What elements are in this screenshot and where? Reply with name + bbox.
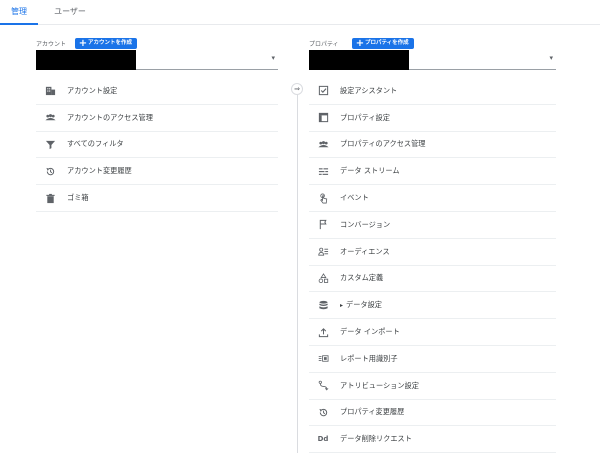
menu-item-all-filters[interactable]: すべてのフィルタ — [36, 132, 278, 159]
dropdown-arrow-icon[interactable]: ▾ — [549, 54, 553, 62]
history-icon — [43, 166, 57, 177]
tab-admin[interactable]: 管理 — [0, 0, 38, 25]
history-icon — [316, 407, 330, 418]
menu-item-data-import[interactable]: データ インポート — [309, 319, 556, 346]
identifier-icon — [316, 353, 330, 364]
menu-item-trash[interactable]: ゴミ箱 — [36, 185, 278, 212]
filter-icon — [43, 139, 57, 150]
menu-item-label: プロパティのアクセス管理 — [340, 139, 426, 149]
people-icon — [43, 112, 57, 123]
menu-item-setup-assistant[interactable]: 設定アシスタント — [309, 78, 556, 105]
menu-item-label: ゴミ箱 — [67, 193, 89, 203]
account-label: アカウント — [36, 41, 67, 48]
dropdown-arrow-icon[interactable]: ▾ — [271, 54, 275, 62]
menu-item-data-streams[interactable]: データ ストリーム — [309, 158, 556, 186]
property-header: プロパティ +プロパティを作成 — [309, 36, 556, 50]
property-menu: 設定アシスタント プロパティ設定 プロパティのアクセス管理 データ ストリーム … — [309, 78, 556, 453]
menu-item-label: コンバージョン — [340, 219, 391, 229]
menu-item-reporting-identity[interactable]: レポート用識別子 — [309, 346, 556, 373]
menu-item-label: 設定アシスタント — [340, 85, 398, 95]
menu-item-data-settings[interactable]: ▸ データ設定 — [309, 292, 556, 320]
menu-item-label: すべてのフィルタ — [67, 139, 124, 149]
menu-item-label: プロパティ設定 — [340, 112, 390, 122]
menu-item-label: データ設定 — [346, 300, 382, 310]
menu-item-property-settings[interactable]: プロパティ設定 — [309, 105, 556, 132]
expand-caret-icon[interactable]: ▸ — [340, 302, 343, 309]
touch-icon — [316, 193, 330, 204]
plus-icon: + — [355, 38, 365, 49]
menu-item-label: アトリビューション設定 — [340, 380, 419, 390]
tab-users[interactable]: ユーザー — [47, 0, 93, 25]
account-menu: アカウント設定 アカウントのアクセス管理 すべてのフィルタ アカウント変更履歴 … — [36, 78, 278, 212]
menu-item-label: データ削除リクエスト — [340, 434, 412, 444]
checkbox-icon — [316, 85, 330, 96]
admin-tabs: 管理 ユーザー — [0, 0, 600, 25]
create-property-button[interactable]: +プロパティを作成 — [352, 38, 414, 49]
account-header: アカウント +アカウントを作成 — [36, 36, 278, 50]
menu-item-label: レポート用識別子 — [340, 353, 398, 363]
audience-icon — [316, 246, 330, 257]
menu-item-label: アカウント変更履歴 — [67, 166, 132, 176]
menu-item-label: アカウント設定 — [67, 85, 118, 95]
database-icon — [316, 300, 330, 311]
menu-item-label: カスタム定義 — [340, 273, 384, 283]
redacted-property-name — [309, 50, 409, 70]
menu-item-label: プロパティ変更履歴 — [340, 407, 405, 417]
streams-icon — [316, 166, 330, 177]
menu-item-attribution-settings[interactable]: アトリビューション設定 — [309, 373, 556, 400]
people-icon — [316, 139, 330, 150]
menu-item-label: アカウントのアクセス管理 — [67, 112, 153, 122]
plus-icon: + — [78, 38, 88, 49]
create-account-button[interactable]: +アカウントを作成 — [75, 38, 138, 49]
menu-item-conversions[interactable]: コンバージョン — [309, 212, 556, 239]
menu-item-label: データ ストリーム — [340, 166, 400, 176]
menu-item-data-deletion-requests[interactable]: Dd データ削除リクエスト — [309, 426, 556, 453]
collapse-arrow-icon[interactable]: ⇒ — [291, 83, 303, 95]
property-selector[interactable]: ▾ — [309, 50, 556, 70]
property-label: プロパティ — [309, 41, 339, 48]
dd-icon: Dd — [317, 435, 329, 444]
redacted-account-name — [36, 50, 136, 70]
menu-item-custom-definitions[interactable]: カスタム定義 — [309, 266, 556, 293]
shapes-icon — [316, 273, 330, 284]
trash-icon — [43, 193, 57, 204]
menu-item-label: オーディエンス — [340, 246, 390, 256]
building-icon — [43, 85, 57, 96]
create-property-label: プロパティを作成 — [365, 40, 409, 46]
property-column: プロパティ +プロパティを作成 ▾ 設定アシスタント プロパティ設定 プロパティ… — [309, 36, 556, 453]
menu-item-account-access[interactable]: アカウントのアクセス管理 — [36, 105, 278, 132]
menu-item-property-change-history[interactable]: プロパティ変更履歴 — [309, 400, 556, 427]
attribution-icon — [316, 380, 330, 391]
menu-item-property-access[interactable]: プロパティのアクセス管理 — [309, 132, 556, 159]
account-column: アカウント +アカウントを作成 ▾ アカウント設定 アカウントのアクセス管理 す… — [36, 36, 278, 212]
menu-item-account-change-history[interactable]: アカウント変更履歴 — [36, 158, 278, 186]
menu-item-audiences[interactable]: オーディエンス — [309, 239, 556, 266]
menu-item-events[interactable]: イベント — [309, 185, 556, 212]
menu-item-label: データ インポート — [340, 327, 400, 337]
menu-item-label: イベント — [340, 193, 369, 203]
menu-item-account-settings[interactable]: アカウント設定 — [36, 78, 278, 105]
account-selector[interactable]: ▾ — [36, 50, 278, 70]
flag-icon — [316, 219, 330, 230]
window-icon — [316, 112, 330, 123]
upload-icon — [316, 327, 330, 338]
create-account-label: アカウントを作成 — [88, 40, 133, 46]
column-divider — [297, 85, 298, 453]
